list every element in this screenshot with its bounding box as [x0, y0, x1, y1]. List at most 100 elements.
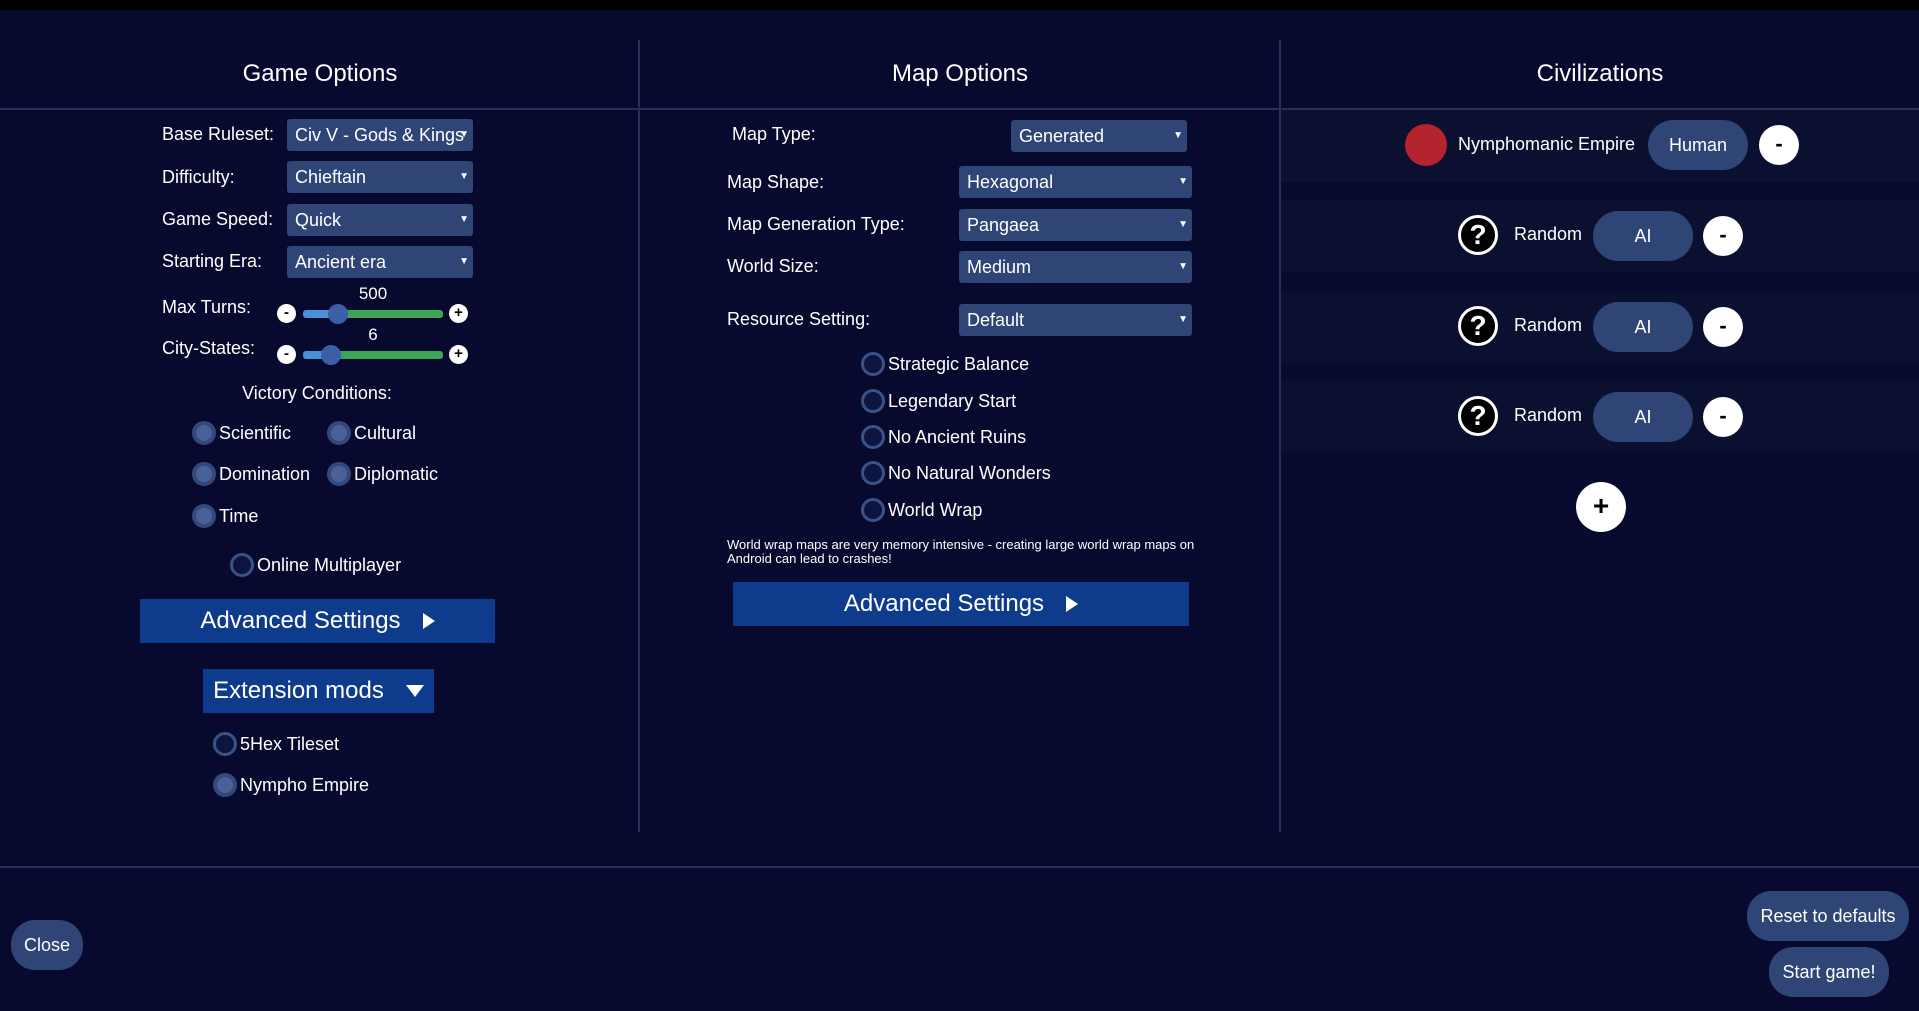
- difficulty-select[interactable]: Chieftain ▼: [287, 161, 473, 193]
- question-icon: ?: [1458, 306, 1498, 346]
- mod-label: Nympho Empire: [240, 774, 370, 795]
- slider-track: [338, 310, 443, 318]
- ai-type-button[interactable]: AI: [1593, 302, 1693, 352]
- resource-setting-value: Default: [967, 310, 1025, 330]
- victory-label: Time: [219, 505, 259, 526]
- victory-time[interactable]: Time: [192, 502, 258, 530]
- extension-mods-button[interactable]: Extension mods: [203, 669, 434, 713]
- mod-5hex-tileset[interactable]: 5Hex Tileset: [213, 730, 339, 758]
- radio-circle-icon: [192, 504, 216, 528]
- slider-track: [331, 351, 443, 359]
- online-multiplayer-checkbox[interactable]: Online Multiplayer: [230, 551, 401, 579]
- remove-civ-button[interactable]: -: [1703, 397, 1743, 437]
- difficulty-value: Chieftain: [295, 167, 367, 187]
- map-generation-type-label: Map Generation Type:: [727, 214, 905, 234]
- advanced-settings-label: Advanced Settings: [843, 590, 1045, 617]
- legendary-start-checkbox[interactable]: Legendary Start: [861, 387, 1016, 415]
- remove-civ-button[interactable]: -: [1759, 125, 1799, 165]
- radio-circle-icon: [327, 421, 351, 445]
- map-check-label: Legendary Start: [888, 390, 1017, 411]
- map-generation-type-select[interactable]: Pangaea ▼: [959, 209, 1192, 241]
- city-states-label: City-States:: [162, 338, 256, 358]
- game-speed-select[interactable]: Quick ▼: [287, 204, 473, 236]
- triangle-down-icon: [405, 685, 424, 697]
- slider-knob[interactable]: [321, 345, 341, 365]
- world-wrap-checkbox[interactable]: World Wrap: [861, 496, 982, 524]
- no-natural-wonders-checkbox[interactable]: No Natural Wonders: [861, 459, 1051, 487]
- start-game-button[interactable]: Start game!: [1769, 947, 1889, 997]
- minus-icon[interactable]: -: [277, 345, 296, 364]
- base-ruleset-select[interactable]: Civ V - Gods & Kings ▼: [287, 119, 473, 151]
- plus-icon[interactable]: +: [449, 345, 468, 364]
- max-turns-slider[interactable]: - +: [277, 304, 469, 324]
- radio-circle-icon: [230, 553, 254, 577]
- radio-circle-icon: [213, 773, 237, 797]
- remove-civ-button[interactable]: -: [1703, 307, 1743, 347]
- triangle-right-icon: [1066, 596, 1079, 612]
- civ-name: Nymphomanic Empire: [1458, 134, 1636, 154]
- ai-type-button[interactable]: AI: [1593, 392, 1693, 442]
- no-ancient-ruins-checkbox[interactable]: No Ancient Ruins: [861, 423, 1026, 451]
- map-advanced-settings-button[interactable]: Advanced Settings: [733, 582, 1189, 626]
- question-icon: ?: [1458, 215, 1498, 255]
- map-shape-label: Map Shape:: [727, 172, 825, 192]
- map-type-select[interactable]: Generated ▼: [1011, 120, 1187, 152]
- dropdown-arrow-icon: ▼: [459, 129, 469, 140]
- base-ruleset-value: Civ V - Gods & Kings: [295, 125, 465, 145]
- strategic-balance-checkbox[interactable]: Strategic Balance: [861, 350, 1029, 378]
- world-size-select[interactable]: Medium ▼: [959, 251, 1192, 283]
- reset-to-defaults-button[interactable]: Reset to defaults: [1747, 891, 1909, 941]
- radio-circle-icon: [192, 462, 216, 486]
- add-civ-button[interactable]: +: [1576, 482, 1626, 532]
- radio-circle-icon: [861, 498, 885, 522]
- player-type-button[interactable]: Human: [1648, 120, 1748, 170]
- map-check-label: No Natural Wonders: [888, 462, 1051, 483]
- max-turns-value: 500: [358, 284, 388, 303]
- mod-nympho-empire[interactable]: Nympho Empire: [213, 771, 369, 799]
- resource-setting-label: Resource Setting:: [727, 309, 871, 329]
- radio-circle-icon: [861, 389, 885, 413]
- victory-label: Cultural: [354, 422, 417, 443]
- victory-cultural[interactable]: Cultural: [327, 419, 416, 447]
- online-multiplayer-label: Online Multiplayer: [257, 554, 402, 575]
- victory-domination[interactable]: Domination: [192, 460, 310, 488]
- radio-circle-icon: [861, 352, 885, 376]
- remove-civ-button[interactable]: -: [1703, 216, 1743, 256]
- game-speed-label: Game Speed:: [162, 209, 274, 229]
- civilizations-title: Civilizations: [1536, 60, 1664, 87]
- slider-knob[interactable]: [328, 304, 348, 324]
- dropdown-arrow-icon: ▼: [1173, 130, 1183, 141]
- advanced-settings-label: Advanced Settings: [200, 607, 401, 634]
- game-options-title: Game Options: [242, 60, 398, 87]
- base-ruleset-label: Base Ruleset:: [162, 124, 275, 144]
- dropdown-arrow-icon: ▼: [1178, 219, 1188, 230]
- civ-name: Random: [1514, 315, 1583, 335]
- map-check-label: World Wrap: [888, 499, 983, 520]
- starting-era-select[interactable]: Ancient era ▼: [287, 246, 473, 278]
- victory-label: Diplomatic: [354, 463, 439, 484]
- close-button[interactable]: Close: [11, 920, 83, 970]
- dropdown-arrow-icon: ▼: [1178, 176, 1188, 187]
- map-options-title: Map Options: [891, 60, 1029, 87]
- city-states-slider[interactable]: - +: [277, 345, 469, 365]
- starting-era-label: Starting Era:: [162, 251, 263, 271]
- game-advanced-settings-button[interactable]: Advanced Settings: [140, 599, 495, 643]
- map-shape-select[interactable]: Hexagonal ▼: [959, 166, 1192, 198]
- column-divider-1: [638, 40, 640, 832]
- question-icon: ?: [1458, 396, 1498, 436]
- minus-icon[interactable]: -: [277, 304, 296, 323]
- plus-icon[interactable]: +: [449, 304, 468, 323]
- victory-scientific[interactable]: Scientific: [192, 419, 291, 447]
- civ-name: Random: [1514, 224, 1583, 244]
- map-check-label: No Ancient Ruins: [888, 426, 1027, 447]
- dropdown-arrow-icon: ▼: [459, 256, 469, 267]
- resource-setting-select[interactable]: Default ▼: [959, 304, 1192, 336]
- ai-type-button[interactable]: AI: [1593, 211, 1693, 261]
- world-size-value: Medium: [967, 257, 1032, 277]
- victory-diplomatic[interactable]: Diplomatic: [327, 460, 438, 488]
- difficulty-label: Difficulty:: [162, 167, 235, 187]
- dropdown-arrow-icon: ▼: [459, 214, 469, 225]
- civ-row-random-3: ? Random AI -: [1281, 381, 1919, 453]
- victory-label: Domination: [219, 463, 311, 484]
- civ-row-player: Nymphomanic Empire Human -: [1281, 110, 1919, 182]
